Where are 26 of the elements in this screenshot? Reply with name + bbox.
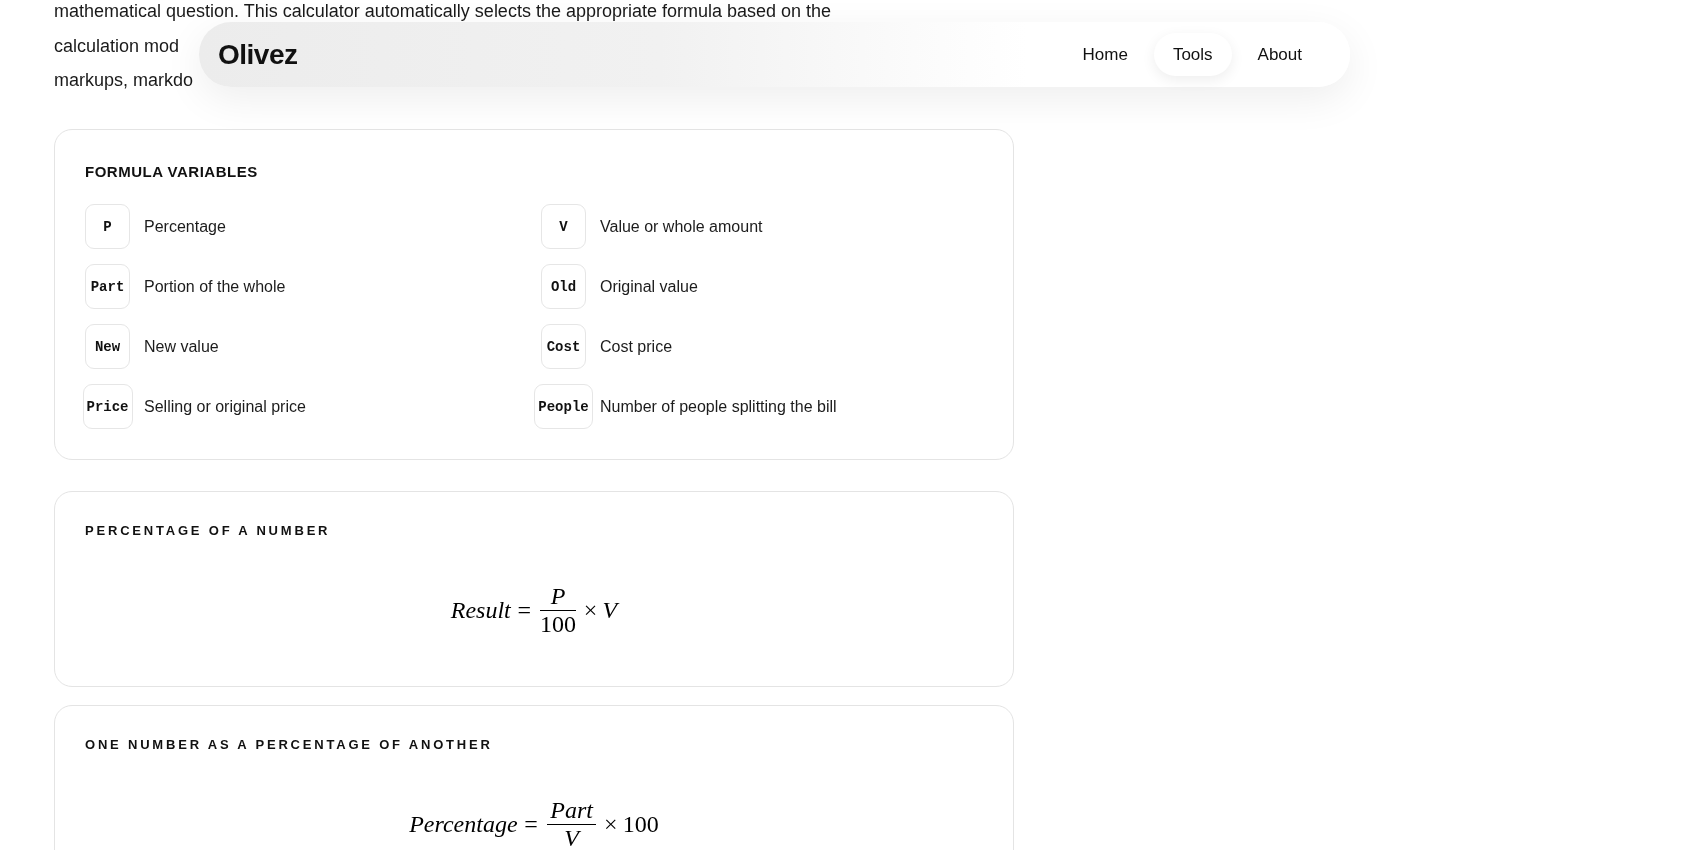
variable-description: Cost price (600, 337, 673, 356)
variable-description: Percentage (144, 217, 226, 236)
card-title: PERCENTAGE OF A NUMBER (85, 522, 331, 540)
variable-symbol: P (85, 204, 130, 249)
variable-description: Original value (600, 277, 698, 296)
variable-symbol: New (85, 324, 130, 369)
variable-description: Selling or original price (144, 397, 306, 416)
variable-symbol: Old (541, 264, 586, 309)
variable-description: New value (144, 337, 219, 356)
variable-description: Number of people splitting the bill (600, 397, 837, 416)
nav-link[interactable]: Home (1063, 33, 1147, 76)
variable-symbol: Cost (541, 324, 586, 369)
intro-text: markups, markdo (54, 69, 194, 91)
intro-text: calculation mod (54, 34, 180, 57)
nav-link[interactable]: About (1238, 33, 1321, 76)
variable-symbol: Part (85, 264, 130, 309)
nav-link[interactable]: Tools (1153, 33, 1232, 76)
variable-description: Portion of the whole (144, 277, 286, 296)
variable-symbol: Price (82, 384, 133, 429)
intro-text: mathematical question. This calculator automatically selects the appropriate formula based on the (54, 0, 832, 22)
site-logo[interactable]: Olivez (218, 38, 298, 71)
variable-symbol: People (534, 384, 593, 429)
variable-description: Value or whole amount (600, 217, 763, 236)
card-title: FORMULA VARIABLES (85, 163, 258, 181)
variable-symbol: V (541, 204, 586, 249)
card-title: ONE NUMBER AS A PERCENTAGE OF ANOTHER (85, 736, 493, 754)
